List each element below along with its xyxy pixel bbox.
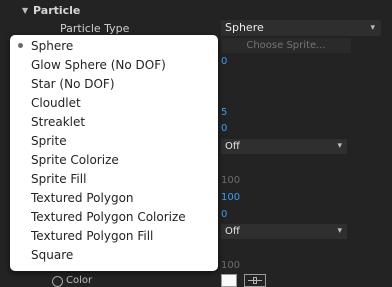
chevron-down-icon: ▾ [337,141,342,151]
off-dropdown[interactable]: Off ▾ [221,224,347,239]
particle-type-label: Particle Type [60,22,130,35]
color-swatch[interactable] [221,274,237,287]
chevron-down-icon: ▾ [370,23,375,33]
menu-item-textured-polygon-colorize[interactable]: Textured Polygon Colorize [31,208,186,227]
particle-section-header[interactable]: ▼ Particle [22,3,80,19]
disclosure-triangle-icon[interactable]: ▼ [22,3,32,19]
particle-type-dropdown[interactable]: Sphere ▾ [221,20,381,36]
off-dropdown-value: Off [225,141,240,152]
selected-dot-icon [18,43,23,48]
particle-type-menu: Sphere Glow Sphere (No DOF) Star (No DOF… [10,35,218,271]
effect-controls-panel: ▼ Particle Particle Type Sphere ▾ Choose … [0,0,392,287]
off-dropdown-value: Off [225,226,240,237]
off-dropdown[interactable]: Off ▾ [221,139,347,154]
value-field[interactable]: 100 [221,175,240,187]
value-field[interactable]: 5 [221,107,227,119]
menu-item-square[interactable]: Square [31,246,73,265]
particle-type-value: Sphere [225,21,264,34]
menu-item-textured-polygon[interactable]: Textured Polygon [31,189,134,208]
menu-item-streaklet[interactable]: Streaklet [31,113,85,132]
menu-item-cloudlet[interactable]: Cloudlet [31,94,81,113]
menu-item-glow-sphere[interactable]: Glow Sphere (No DOF) [31,56,166,75]
choose-sprite-button[interactable]: Choose Sprite... [221,38,351,53]
menu-item-textured-polygon-fill[interactable]: Textured Polygon Fill [31,227,153,246]
menu-item-sprite[interactable]: Sprite [31,132,67,151]
value-field[interactable]: 0 [221,56,227,68]
stopwatch-icon[interactable] [52,276,63,287]
menu-item-star[interactable]: Star (No DOF) [31,75,115,94]
color-label: Color [66,275,93,286]
value-field[interactable]: 100 [221,192,240,204]
chevron-down-icon: ▾ [337,226,342,236]
menu-item-sphere[interactable]: Sphere [31,37,73,56]
value-field[interactable]: 100 [221,260,240,272]
section-title: Particle [33,4,81,17]
menu-item-sprite-fill[interactable]: Sprite Fill [31,170,86,189]
value-field[interactable]: 0 [221,209,227,221]
menu-item-sprite-colorize[interactable]: Sprite Colorize [31,151,119,170]
eyedropper-icon[interactable] [244,274,266,287]
value-field[interactable]: 0 [221,123,227,135]
